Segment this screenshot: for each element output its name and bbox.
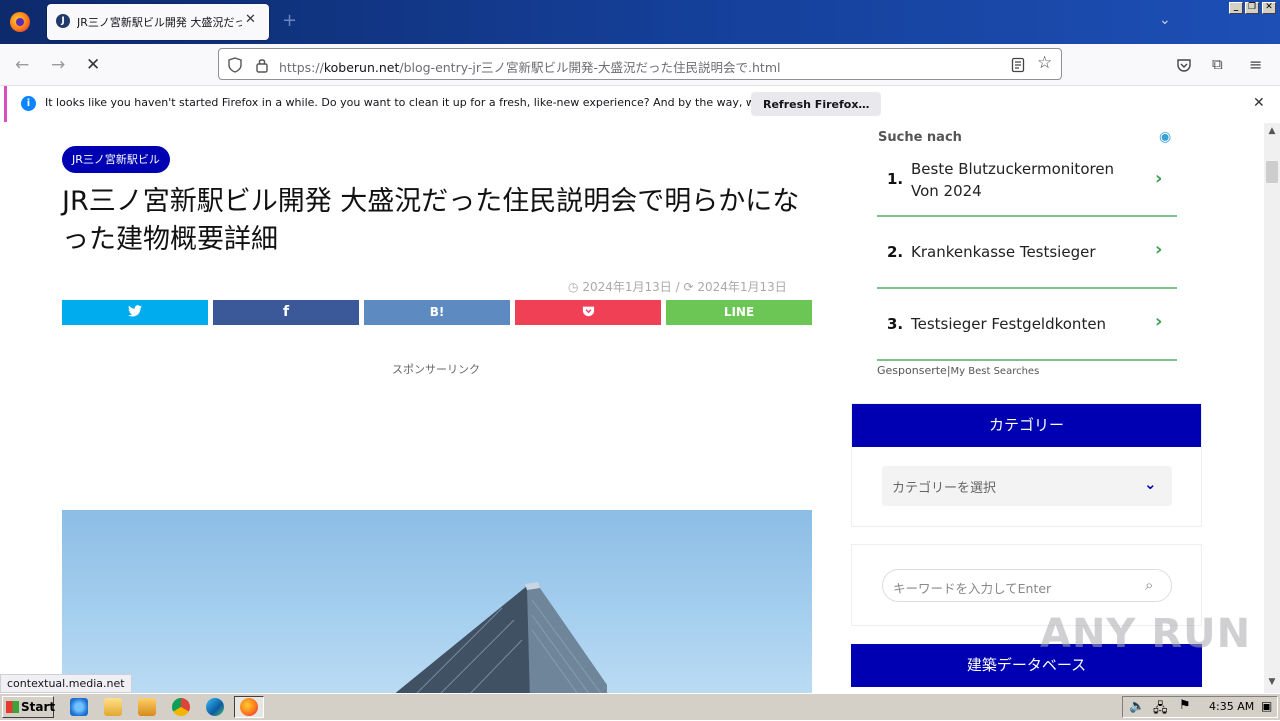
start-button[interactable]: Start (2, 696, 56, 718)
anyrun-watermark: ANY RUN (1040, 611, 1252, 657)
close-icon[interactable]: ✕ (1253, 95, 1265, 111)
flag-icon[interactable]: ⚑ (1179, 698, 1191, 713)
url-bar[interactable]: https://koberun.net/blog-entry-jr三ノ宮新駅ビル… (218, 48, 1062, 80)
media-player-icon[interactable] (138, 698, 156, 716)
clock-icon: ◷ (568, 280, 579, 294)
firefox-logo-icon[interactable] (10, 12, 30, 32)
line-share-button[interactable]: LINE (666, 300, 812, 325)
pocket-share-button[interactable] (515, 300, 661, 325)
refresh-icon: ⟳ (683, 280, 694, 294)
taskbar: Start 🔈 🖧 ⚑ 4:35 AM ▣ (0, 693, 1280, 720)
scrollbar[interactable]: ▲ ▼ (1264, 123, 1280, 693)
ad-result-number: 3. (887, 315, 904, 333)
facebook-share-button[interactable]: f (213, 300, 359, 325)
ad-result-row[interactable]: 1. Beste Blutzuckermonitoren Von 2024 › (877, 156, 1177, 217)
published-date: 2024年1月13日 (582, 280, 672, 294)
ad-search-heading: Suche nach (878, 130, 962, 145)
category-pill[interactable]: JR三ノ宮新駅ビル (62, 146, 170, 173)
scroll-up-icon[interactable]: ▲ (1264, 126, 1280, 136)
hatena-share-button[interactable]: B! (364, 300, 510, 325)
network-icon[interactable]: 🖧 (1153, 699, 1168, 721)
volume-icon[interactable]: 🔈 (1129, 699, 1145, 714)
eye-icon[interactable]: ◉ (1159, 129, 1171, 145)
edge-icon[interactable] (206, 698, 224, 716)
chevron-right-icon: › (1155, 239, 1163, 260)
reader-view-icon[interactable] (1011, 57, 1025, 73)
lock-icon[interactable] (255, 57, 269, 73)
search-input[interactable]: キーワードを入力してEnter ⌕ (882, 569, 1172, 602)
restore-icon[interactable]: ❐ (1245, 2, 1259, 14)
twitter-share-button[interactable] (62, 300, 208, 325)
close-window-icon[interactable]: ✕ (1262, 2, 1276, 14)
menu-icon[interactable]: ≡ (1249, 55, 1262, 74)
sponsored-label: Gesponserte|My Best Searches (877, 364, 1039, 377)
info-icon: i (21, 96, 36, 111)
post-dates: ◷ 2024年1月13日 / ⟳ 2024年1月13日 (568, 278, 787, 295)
desktop-icon[interactable]: ▣ (1261, 699, 1272, 713)
bookmark-star-icon[interactable]: ☆ (1037, 53, 1052, 73)
tab-active[interactable]: J JR三ノ宮新駅ビル開発 大盛況だっ ✕ (47, 4, 269, 40)
my-best-searches-link[interactable]: My Best Searches (951, 366, 1040, 377)
search-placeholder: キーワードを入力してEnter (893, 581, 1052, 596)
firefox-icon (240, 698, 258, 716)
twitter-icon (128, 305, 142, 317)
chevron-right-icon: › (1155, 168, 1163, 189)
chevron-right-icon: › (1155, 311, 1163, 332)
tab-favicon-icon: J (56, 14, 70, 28)
firefox-task-button[interactable] (234, 696, 264, 718)
windows-logo-icon (6, 701, 19, 713)
facebook-icon: f (282, 304, 290, 320)
folder-icon[interactable] (104, 698, 122, 716)
minimize-icon[interactable]: _ (1229, 2, 1243, 14)
category-select[interactable]: カテゴリーを選択 ⌄ (882, 466, 1172, 506)
page-content: JR三ノ宮新駅ビル JR三ノ宮新駅ビル開発 大盛況だった住民説明会で明らかになっ… (0, 123, 1264, 693)
ad-result-text: Testsieger Festgeldkonten (911, 315, 1107, 333)
start-label: Start (21, 700, 56, 714)
extensions-icon[interactable]: ⧉ (1212, 55, 1223, 73)
notification-bar: i It looks like you haven't started Fire… (4, 86, 1276, 122)
sponsored-text: Gesponserte (877, 364, 947, 377)
scroll-thumb[interactable] (1266, 161, 1278, 183)
category-widget: カテゴリー カテゴリーを選択 ⌄ (851, 403, 1202, 527)
scroll-down-icon[interactable]: ▼ (1264, 677, 1280, 687)
tab-close-icon[interactable]: ✕ (245, 12, 256, 27)
sponsor-label: スポンサーリンク (392, 363, 480, 376)
notification-text: It looks like you haven't started Firefo… (45, 96, 829, 109)
ad-result-row[interactable]: 2. Krankenkasse Testsieger › (877, 217, 1177, 289)
chrome-icon[interactable] (172, 698, 190, 716)
stop-icon[interactable]: ✕ (86, 55, 100, 75)
chevron-down-icon: ⌄ (1144, 475, 1157, 493)
building-image (395, 582, 607, 693)
back-icon[interactable]: ← (15, 55, 29, 75)
forward-icon[interactable]: → (51, 55, 65, 75)
shield-icon[interactable] (227, 57, 243, 73)
refresh-firefox-button[interactable]: Refresh Firefox… (751, 92, 882, 116)
ad-result-text: Krankenkasse Testsieger (911, 243, 1096, 261)
ad-result-number: 1. (887, 170, 904, 188)
system-tray: 🔈 🖧 ⚑ 4:35 AM ▣ (1122, 696, 1278, 718)
chevron-down-icon[interactable]: ⌄ (1159, 12, 1171, 28)
tab-strip: J JR三ノ宮新駅ビル開発 大盛況だっ ✕ + ⌄ _ ❐ ✕ (0, 0, 1280, 44)
pocket-icon (582, 306, 594, 317)
ad-result-row[interactable]: 3. Testsieger Festgeldkonten › (877, 289, 1177, 361)
url-text[interactable]: https://koberun.net/blog-entry-jr三ノ宮新駅ビル… (279, 57, 780, 76)
new-tab-icon[interactable]: + (282, 10, 297, 31)
page-title: JR三ノ宮新駅ビル開発 大盛況だった住民説明会で明らかになった建物概要詳細 (62, 186, 800, 255)
hero-image (62, 510, 812, 693)
category-widget-title: カテゴリー (852, 404, 1201, 447)
ad-result-text: Beste Blutzuckermonitoren Von 2024 (911, 160, 1115, 200)
category-select-value: カテゴリーを選択 (892, 481, 997, 496)
clock: 4:35 AM (1209, 700, 1255, 713)
ad-result-number: 2. (887, 243, 904, 261)
search-icon[interactable]: ⌕ (1145, 576, 1153, 594)
updated-date: 2024年1月13日 (697, 280, 787, 294)
nav-bar: ← → ✕ https://koberun.net/blog-entry-jr三… (0, 44, 1280, 86)
internet-explorer-icon[interactable] (70, 698, 88, 716)
status-url: contextual.media.net (0, 674, 132, 693)
tab-title: JR三ノ宮新駅ビル開発 大盛況だっ (77, 16, 242, 29)
pocket-icon[interactable] (1176, 57, 1192, 73)
